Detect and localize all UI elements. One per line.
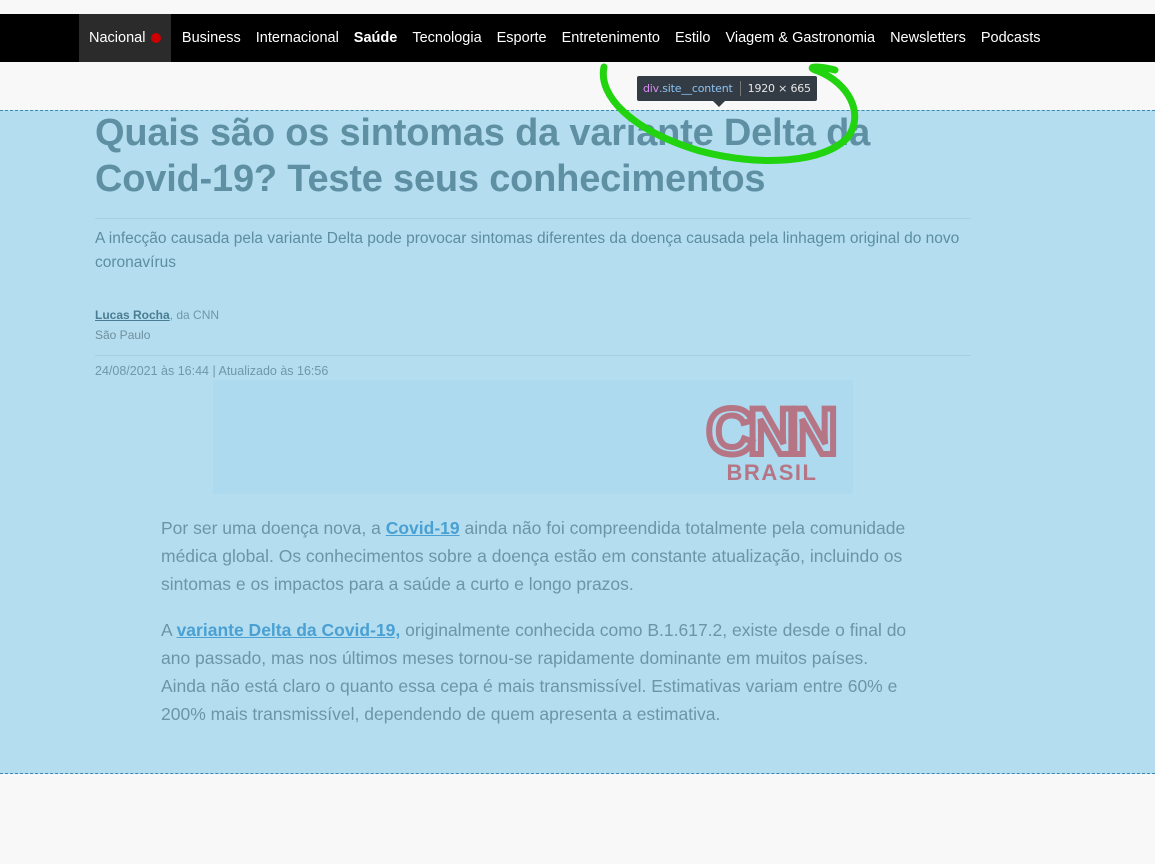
top-navbar: Nacional Business Internacional Saúde Te… — [0, 14, 1155, 62]
nav-item-saude[interactable]: Saúde — [346, 14, 405, 62]
variante-delta-link[interactable]: variante Delta da Covid-19, — [177, 620, 401, 640]
author-suffix: , da CNN — [169, 308, 220, 322]
headline-divider — [95, 218, 971, 219]
devtools-element-tooltip: div .site__content 1920 × 665 — [637, 76, 817, 107]
tooltip-arrow-icon — [713, 101, 725, 107]
article-timestamp: 24/08/2021 às 16:44 | Atualizado às 16:5… — [95, 364, 329, 378]
tooltip-tag: div — [643, 82, 659, 95]
author-link[interactable]: Lucas Rocha — [95, 308, 170, 322]
live-dot-icon — [151, 33, 162, 43]
green-circle-annotation-icon — [599, 63, 859, 164]
nav-item-tecnologia[interactable]: Tecnologia — [405, 14, 489, 62]
svg-text:BRASIL: BRASIL — [727, 460, 818, 485]
byline: Lucas Rocha, da CNN São Paulo — [95, 305, 219, 345]
nav-item-internacional[interactable]: Internacional — [248, 14, 346, 62]
nav-item-esporte[interactable]: Esporte — [489, 14, 554, 62]
article-headline: Quais são os sintomas da variante Delta … — [95, 112, 871, 200]
nav-item-podcasts[interactable]: Podcasts — [973, 14, 1048, 62]
byline-divider — [95, 355, 971, 356]
byline-location: São Paulo — [95, 328, 151, 342]
covid-19-link[interactable]: Covid-19 — [386, 518, 460, 538]
article-subtitle: A infecção causada pela variante Delta p… — [95, 230, 960, 271]
page: Nacional Business Internacional Saúde Te… — [0, 0, 1155, 864]
nav-item-label: Nacional — [89, 30, 146, 46]
nav-item-newsletters[interactable]: Newsletters — [883, 14, 974, 62]
svg-text:CNN: CNN — [707, 394, 834, 468]
paragraph-text: Por ser uma doença nova, a — [161, 518, 386, 538]
nav-item-business[interactable]: Business — [174, 14, 248, 62]
tooltip-size: 1920 × 665 — [747, 82, 811, 95]
nav-list: Nacional Business Internacional Saúde Te… — [79, 14, 1048, 62]
tooltip-separator — [739, 81, 741, 96]
article-paragraph-1: Por ser uma doença nova, a Covid-19 aind… — [161, 514, 911, 598]
hero-image-placeholder: CNN BRASIL — [213, 380, 853, 494]
article-paragraph-2: A variante Delta da Covid-19, originalme… — [161, 616, 911, 728]
paragraph-text: A — [161, 620, 177, 640]
tooltip-class: .site__content — [658, 82, 733, 95]
cnn-brasil-logo-icon: CNN BRASIL — [704, 392, 838, 485]
nav-item-nacional[interactable]: Nacional — [79, 14, 172, 62]
